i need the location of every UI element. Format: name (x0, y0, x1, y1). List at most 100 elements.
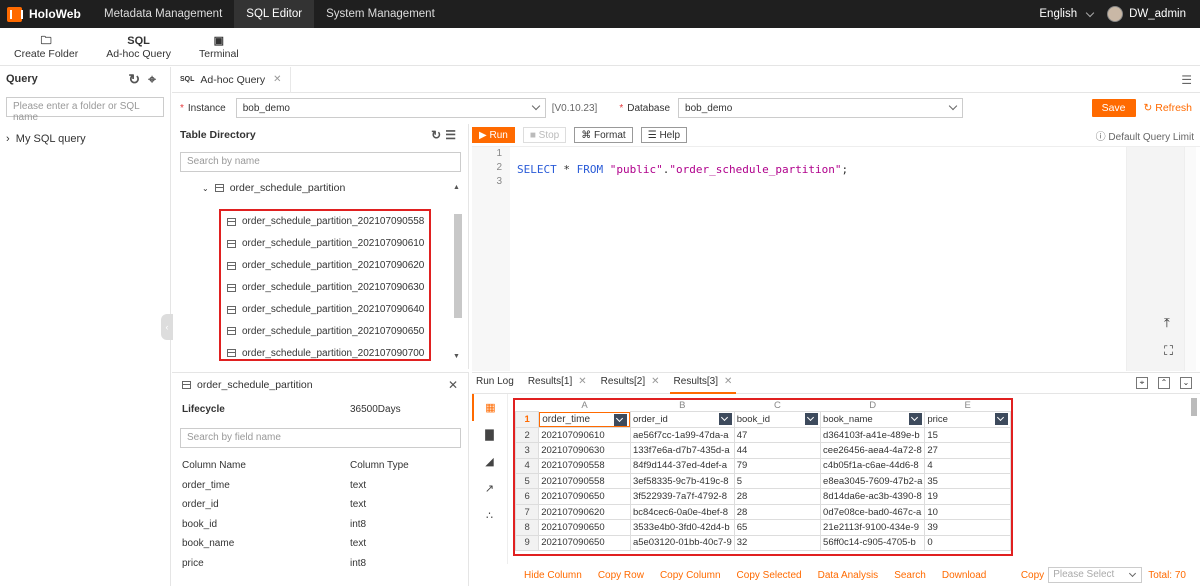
table-cell[interactable]: 0d7e08ce-bad0-467c-a (820, 503, 926, 521)
table-cell[interactable]: 56ff0c14-c905-4705-b (820, 534, 926, 552)
tab-results-2[interactable]: Results[2] ✕ (597, 372, 664, 394)
scroll-up-icon[interactable]: ▲ (453, 184, 460, 191)
maximize-icon[interactable]: ⌃ (1158, 377, 1170, 389)
partition-item[interactable]: order_schedule_partition_202107090620 (221, 255, 429, 277)
run-button[interactable]: ▶ Run (472, 127, 515, 143)
table-cell[interactable]: 47 (733, 426, 822, 444)
table-cell[interactable]: 19 (924, 488, 1011, 505)
field-search-input[interactable]: Search by field name (180, 428, 461, 448)
app-logo[interactable]: HoloWeb (0, 6, 92, 22)
tree-node-parent-table[interactable]: ⌄ order_schedule_partition (172, 178, 468, 198)
filter-dropdown-icon[interactable] (805, 413, 819, 425)
header-cell-book-name[interactable]: book_name (820, 411, 926, 428)
table-cell[interactable]: c4b05f1a-c6ae-44d6-8 (820, 457, 926, 475)
table-cell[interactable]: 5 (733, 473, 822, 490)
table-row[interactable]: 9 202107090650 a5e03120-01bb-40c7-9 32 56ff0… (515, 534, 1011, 552)
collapse-list-icon[interactable]: ☰ (445, 128, 460, 142)
filter-dropdown-icon[interactable] (909, 413, 923, 425)
area-chart-icon[interactable]: ◢ (472, 448, 507, 475)
table-cell[interactable]: 202107090558 (538, 457, 631, 475)
table-cell[interactable]: 79 (733, 457, 822, 475)
tab-results-1[interactable]: Results[1] ✕ (524, 372, 591, 394)
download-link[interactable]: Download (942, 570, 986, 581)
close-icon[interactable]: ✕ (724, 376, 732, 387)
stop-button[interactable]: ■ Stop (522, 127, 567, 143)
table-cell[interactable]: 202107090650 (538, 519, 631, 536)
tab-run-log[interactable]: Run Log (472, 372, 518, 394)
header-cell-price[interactable]: price (924, 411, 1011, 428)
header-cell-book-id[interactable]: book_id (733, 411, 822, 428)
table-cell[interactable]: 8d14da6e-ac3b-4390-8 (820, 488, 926, 505)
copy-row-link[interactable]: Copy Row (598, 570, 644, 581)
partition-item[interactable]: order_schedule_partition_202107090558 (221, 211, 429, 233)
table-row[interactable]: 4 202107090558 84f9d144-37ed-4def-a 79 c4b05… (515, 457, 1011, 475)
table-cell[interactable]: 3533e4b0-3fd0-42d4-b (629, 519, 735, 536)
table-cell[interactable]: 4 (924, 457, 1011, 475)
table-cell[interactable]: bc84cec6-0a0e-4bef-8 (629, 503, 735, 521)
header-cell-order-time[interactable]: order_time (539, 411, 630, 427)
default-query-limit[interactable]: ⓘ Default Query Limit (1096, 128, 1194, 143)
close-icon[interactable]: ✕ (578, 376, 586, 387)
table-cell[interactable]: e8ea3045-7609-47b2-a (820, 473, 926, 490)
table-cell[interactable]: a5e03120-01bb-40c7-9 (629, 534, 735, 552)
data-analysis-link[interactable]: Data Analysis (818, 570, 879, 581)
table-cell[interactable]: 3f522939-7a7f-4792-8 (629, 488, 735, 505)
table-cell[interactable]: cee26456-aea4-4a72-8 (820, 442, 926, 459)
table-cell[interactable]: 44 (733, 442, 822, 459)
close-icon[interactable]: ✕ (448, 378, 458, 392)
tab-results-3[interactable]: Results[3] ✕ (669, 372, 737, 394)
table-cell[interactable]: 65 (733, 519, 822, 536)
table-cell[interactable]: 202107090620 (538, 503, 631, 521)
table-cell[interactable]: 27 (924, 442, 1011, 459)
partition-item[interactable]: order_schedule_partition_202107090630 (221, 277, 429, 299)
table-cell[interactable]: 21e2113f-9100-434e-9 (820, 519, 926, 536)
fullscreen-icon[interactable]: ⛶ (1164, 343, 1173, 359)
refresh-button[interactable]: ↻ Refresh (1144, 102, 1192, 114)
table-cell[interactable]: 202107090558 (538, 473, 631, 490)
instance-select[interactable]: bob_demo (235, 98, 546, 118)
table-cell[interactable]: 32 (733, 534, 822, 552)
editor-scrollbar[interactable] (1184, 147, 1196, 371)
sql-editor[interactable]: 1 2 3 SELECT * FROM "public"."order_sche… (472, 146, 1200, 371)
table-cell[interactable]: ae56f7cc-1a99-47da-a (629, 426, 735, 444)
line-chart-icon[interactable]: ↗ (472, 475, 507, 502)
nav-system-management[interactable]: System Management (314, 0, 447, 28)
filter-dropdown-icon[interactable] (995, 413, 1008, 425)
copy-selected-link[interactable]: Copy Selected (737, 570, 802, 581)
close-icon[interactable]: ✕ (273, 74, 281, 85)
format-button[interactable]: ⌘ Format (574, 127, 633, 143)
table-directory-scrollbar[interactable] (454, 214, 462, 318)
save-button[interactable]: Save (1091, 99, 1136, 117)
sql-code-line[interactable]: SELECT * FROM "public"."order_schedule_p… (517, 163, 848, 176)
chevron-down-icon[interactable] (1085, 8, 1095, 17)
table-cell[interactable]: 28 (733, 488, 822, 505)
partition-item[interactable]: order_schedule_partition_202107090700 (221, 342, 429, 364)
table-row[interactable]: 3 202107090630 133f7e6a-d7b7-435d-a 44 cee26… (515, 442, 1011, 459)
table-cell[interactable]: 39 (924, 519, 1011, 536)
adhoc-query-button[interactable]: SQL Ad-hoc Query (92, 28, 185, 66)
terminal-button[interactable]: ▣ Terminal (185, 28, 253, 66)
avatar[interactable] (1107, 6, 1124, 22)
table-row[interactable]: 8 202107090650 3533e4b0-3fd0-42d4-b 65 21e21… (515, 519, 1011, 536)
table-row[interactable]: 2 202107090610 ae56f7cc-1a99-47da-a 47 d3641… (515, 426, 1011, 444)
tab-adhoc-query[interactable]: SQL Ad-hoc Query ✕ (172, 66, 291, 93)
header-cell-order-id[interactable]: order_id (629, 411, 735, 428)
minimize-icon[interactable]: ⌄ (1180, 377, 1192, 389)
table-cell[interactable]: 15 (924, 426, 1011, 444)
tree-item-my-sql-query[interactable]: › My SQL query (0, 123, 170, 155)
nav-metadata-management[interactable]: Metadata Management (92, 0, 234, 28)
table-cell[interactable]: 133f7e6a-d7b7-435d-a (629, 442, 735, 459)
filter-dropdown-icon[interactable] (613, 413, 627, 426)
table-cell[interactable]: 202107090650 (538, 488, 631, 505)
refresh-icon[interactable]: ↻ (128, 71, 148, 87)
results-scrollbar[interactable] (1191, 398, 1197, 416)
create-folder-button[interactable]: 🗀 Create Folder (0, 28, 92, 66)
table-row[interactable]: 5 202107090558 3ef58335-9c7b-419c-8 5 e8ea30… (515, 473, 1011, 490)
user-name[interactable]: DW_admin (1129, 8, 1186, 20)
hide-column-link[interactable]: Hide Column (524, 570, 582, 581)
partition-item[interactable]: order_schedule_partition_202107090610 (221, 233, 429, 255)
table-cell[interactable]: 0 (924, 534, 1011, 552)
pin-icon[interactable]: ⌖ (1136, 377, 1148, 389)
database-select[interactable]: bob_demo (678, 98, 964, 118)
language-selector[interactable]: English (1039, 8, 1077, 20)
